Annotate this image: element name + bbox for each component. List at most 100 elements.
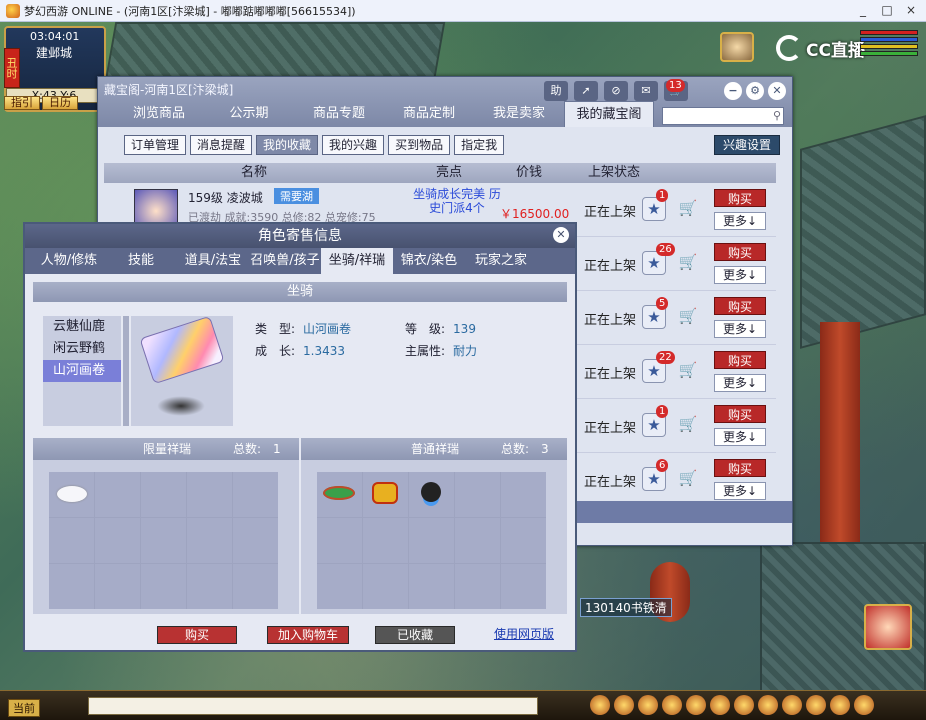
share-icon[interactable]: ➚ — [574, 81, 598, 101]
search-input[interactable]: ⚲ — [662, 107, 784, 125]
empty-slot — [455, 472, 500, 517]
skill-icon[interactable] — [638, 695, 658, 715]
add-cart-icon[interactable]: 🛒 — [676, 197, 700, 221]
more-button[interactable]: 更多↓ — [714, 374, 766, 392]
close-icon[interactable]: ✕ — [553, 227, 569, 243]
empty-slot — [317, 564, 362, 609]
menu-icon[interactable] — [806, 695, 826, 715]
normal-grid — [317, 472, 546, 609]
subtab-interests[interactable]: 我的兴趣 — [322, 135, 385, 155]
buy-button[interactable]: 购买 — [157, 626, 237, 644]
player-avatar[interactable] — [720, 32, 754, 62]
guide-button[interactable]: 指引 — [4, 96, 40, 110]
attr-growth-value: 1.3433 — [303, 344, 346, 358]
pet-avatar[interactable] — [864, 604, 912, 650]
tab-character[interactable]: 人物/修炼 — [33, 248, 105, 274]
team-icon[interactable] — [686, 695, 706, 715]
exit-icon[interactable] — [854, 695, 874, 715]
anger-bar — [860, 44, 918, 49]
turtle-icon[interactable] — [317, 472, 362, 517]
limited-panel: 限量祥瑞 总数: 1 — [33, 438, 299, 614]
list-item[interactable]: 云魅仙鹿 — [43, 316, 121, 338]
help-button[interactable]: 助 — [544, 81, 568, 101]
red-pillar — [820, 322, 860, 542]
minimize-icon[interactable]: − — [724, 82, 742, 100]
tab-home[interactable]: 玩家之家 — [465, 248, 537, 274]
quest-icon[interactable] — [662, 695, 682, 715]
interest-settings-button[interactable]: 兴趣设置 — [714, 135, 781, 155]
buy-button[interactable]: 购买 — [714, 351, 766, 369]
tab-publicity[interactable]: 公示期 — [204, 101, 294, 127]
buy-button[interactable]: 购买 — [714, 459, 766, 477]
calendar-button[interactable]: 日历 — [42, 96, 78, 110]
list-item[interactable]: 闲云野鹤 — [43, 338, 121, 360]
settings-icon[interactable] — [830, 695, 850, 715]
more-button[interactable]: 更多↓ — [714, 320, 766, 338]
status-bars — [860, 30, 918, 58]
tab-mounts[interactable]: 坐骑/祥瑞 — [321, 248, 393, 274]
tab-browse[interactable]: 浏览商品 — [114, 101, 204, 127]
buy-button[interactable]: 购买 — [714, 405, 766, 423]
add-to-cart-button[interactable]: 加入购物车 — [267, 626, 349, 644]
gear-icon[interactable]: ⚙ — [746, 82, 764, 100]
add-cart-icon[interactable]: 🛒 — [676, 359, 700, 383]
black-bird-icon[interactable] — [409, 472, 454, 517]
mp-bar — [860, 37, 918, 42]
add-cart-icon[interactable]: 🛒 — [676, 413, 700, 437]
empty-slot — [455, 518, 500, 563]
tab-seller[interactable]: 我是卖家 — [474, 101, 564, 127]
white-fox-icon[interactable] — [49, 472, 94, 517]
more-button[interactable]: 更多↓ — [714, 428, 766, 446]
buy-button[interactable]: 购买 — [714, 297, 766, 315]
subtab-orders[interactable]: 订单管理 — [124, 135, 187, 155]
bag-icon[interactable] — [590, 695, 610, 715]
guild-icon[interactable] — [734, 695, 754, 715]
subtab-favorites[interactable]: 我的收藏 — [256, 135, 319, 155]
listing-status: 正在上架 — [584, 259, 637, 274]
character-tag: 需要湖 — [274, 188, 319, 204]
add-cart-icon[interactable]: 🛒 — [676, 467, 700, 491]
more-button[interactable]: 更多↓ — [714, 482, 766, 500]
attr-level-value: 139 — [453, 322, 476, 336]
tab-skills[interactable]: 技能 — [105, 248, 177, 274]
tab-custom[interactable]: 商品定制 — [384, 101, 474, 127]
normal-total-label: 总数: — [501, 442, 530, 456]
subtab-messages[interactable]: 消息提醒 — [190, 135, 253, 155]
tab-topics[interactable]: 商品专题 — [294, 101, 384, 127]
golden-beast-icon[interactable] — [363, 472, 408, 517]
search-icon[interactable]: ⚲ — [773, 109, 781, 122]
tab-my-pavilion[interactable]: 我的藏宝阁 — [564, 101, 654, 127]
settings-icon[interactable]: ⊘ — [604, 81, 628, 101]
minimize-button[interactable]: _ — [852, 2, 874, 19]
col-name: 名称 — [240, 165, 267, 180]
favorite-count: 6 — [656, 459, 669, 472]
empty-slot — [141, 472, 186, 517]
buy-button[interactable]: 购买 — [714, 189, 766, 207]
close-button[interactable]: × — [900, 2, 922, 19]
chat-channel-button[interactable]: 当前 — [8, 699, 40, 717]
tab-outfits[interactable]: 锦衣/染色 — [393, 248, 465, 274]
list-item[interactable]: 山河画卷 — [43, 360, 121, 382]
toolbar-icons — [590, 695, 874, 715]
scrollbar[interactable] — [123, 316, 129, 426]
subtab-assigned[interactable]: 指定我 — [454, 135, 505, 155]
tab-pets[interactable]: 召唤兽/孩子 — [249, 248, 321, 274]
favorited-button[interactable]: 已收藏 — [375, 626, 455, 644]
more-button[interactable]: 更多↓ — [714, 266, 766, 284]
add-cart-icon[interactable]: 🛒 — [676, 305, 700, 329]
table-header: 名称 亮点 价钱 上架状态 — [104, 163, 776, 183]
more-button[interactable]: 更多↓ — [714, 212, 766, 230]
mail-icon[interactable] — [782, 695, 802, 715]
close-icon[interactable]: ✕ — [768, 82, 786, 100]
friend-icon[interactable] — [710, 695, 730, 715]
tab-items[interactable]: 道具/法宝 — [177, 248, 249, 274]
subtab-bought[interactable]: 买到物品 — [388, 135, 451, 155]
message-icon[interactable]: ✉ — [634, 81, 658, 101]
web-version-link[interactable]: 使用网页版 — [491, 626, 557, 644]
maximize-button[interactable]: □ — [876, 2, 898, 19]
pet-icon[interactable] — [614, 695, 634, 715]
add-cart-icon[interactable]: 🛒 — [676, 251, 700, 275]
buy-button[interactable]: 购买 — [714, 243, 766, 261]
system-icon[interactable] — [758, 695, 778, 715]
chat-input[interactable] — [88, 697, 538, 715]
